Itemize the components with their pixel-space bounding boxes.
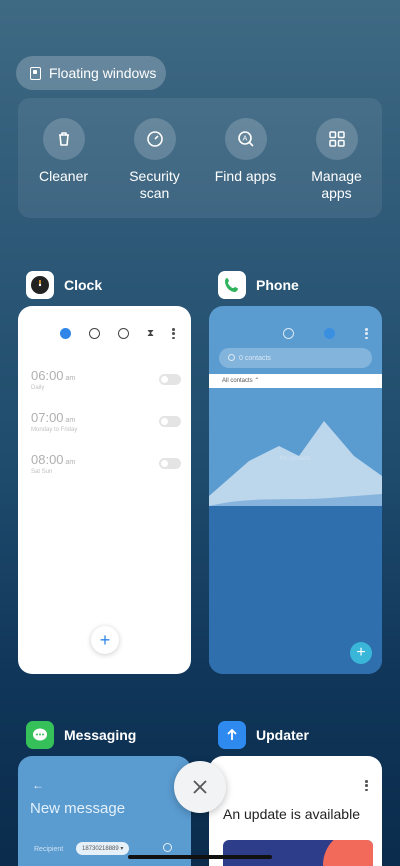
new-message-title: New message [30, 800, 126, 817]
contacts-filter-label: All contacts [222, 378, 253, 384]
phone-app-name: Phone [256, 277, 299, 293]
world-clock-tab-icon[interactable] [88, 328, 100, 339]
alarm-time: 08:00 [31, 452, 64, 467]
clock-app-name: Clock [64, 277, 103, 293]
messaging-app-icon [26, 721, 54, 749]
contacts-filter-dropdown[interactable]: All contacts ⌃ [209, 374, 382, 388]
messaging-app-card[interactable]: ← New message Recipient 18730218889 ▾ [18, 756, 191, 866]
alarm-toggle[interactable] [159, 374, 181, 385]
back-arrow-icon[interactable]: ← [32, 778, 44, 792]
manage-apps-label: Manage apps [311, 168, 362, 201]
recipient-chip[interactable]: 18730218889 ▾ [76, 842, 130, 855]
find-apps-label: Find apps [214, 168, 277, 184]
alarm-row[interactable]: 06:00 am Daily [31, 368, 181, 391]
floating-windows-label: Floating windows [49, 65, 157, 81]
trash-icon [42, 118, 85, 160]
alarm-row[interactable]: 07:00 am Monday to Friday [31, 410, 181, 433]
cleaner-button[interactable]: Cleaner [24, 118, 104, 218]
security-scan-label: Security scan [129, 168, 180, 201]
update-title: An update is available [223, 806, 360, 822]
contacts-tab-icon[interactable] [324, 328, 335, 339]
add-contact-button[interactable]: + [350, 642, 372, 664]
mountain-illustration [209, 421, 382, 516]
alarm-ampm: am [65, 459, 76, 466]
manage-apps-button[interactable]: Manage apps [297, 118, 377, 218]
alarm-repeat: Daily [31, 385, 45, 391]
messaging-app-header[interactable]: Messaging [26, 721, 136, 749]
phone-app-header[interactable]: Phone [218, 271, 299, 299]
find-apps-button[interactable]: A Find apps [206, 118, 286, 218]
alarm-time: 07:00 [31, 410, 64, 425]
recents-tab-icon[interactable] [283, 328, 294, 339]
recipient-number: 18730218889 [82, 846, 119, 852]
stopwatch-tab-icon[interactable] [117, 328, 129, 339]
close-icon [193, 780, 207, 794]
phone-app-card[interactable]: 0 contacts All contacts ⌃ No contacts + [209, 306, 382, 674]
updater-app-header[interactable]: Updater [218, 721, 309, 749]
updater-app-icon [218, 721, 246, 749]
floating-windows-button[interactable]: Floating windows [16, 56, 166, 90]
security-scan-button[interactable]: Security scan [115, 118, 195, 218]
more-icon[interactable] [365, 328, 368, 339]
cleaner-label: Cleaner [38, 168, 89, 184]
alarm-toggle[interactable] [159, 458, 181, 469]
clear-all-button[interactable] [174, 761, 226, 813]
home-indicator[interactable] [128, 855, 272, 859]
contacts-search-input[interactable]: 0 contacts [219, 348, 372, 368]
alarm-ampm: am [65, 375, 76, 382]
find-apps-icon: A [224, 118, 267, 160]
recipient-label: Recipient [34, 846, 64, 853]
alarm-time: 06:00 [31, 368, 64, 383]
updater-app-name: Updater [256, 727, 309, 743]
clock-app-card[interactable]: ⧗ 06:00 am Daily 07:00 am Monday to Frid… [18, 306, 191, 674]
alarm-repeat: Sat Sun [31, 469, 53, 475]
messaging-app-name: Messaging [64, 727, 137, 743]
updater-app-card[interactable]: An update is available [209, 756, 382, 866]
more-icon[interactable] [365, 780, 368, 791]
clock-app-icon [26, 271, 54, 299]
alarm-repeat: Monday to Friday [31, 427, 78, 433]
svg-text:A: A [242, 136, 247, 143]
phone-app-icon [218, 271, 246, 299]
contact-picker-icon[interactable] [163, 843, 172, 852]
alarm-ampm: am [65, 417, 76, 424]
grid-icon [315, 118, 358, 160]
update-banner-image [223, 840, 373, 866]
clock-app-header[interactable]: Clock [26, 271, 102, 299]
window-icon [30, 66, 41, 80]
alarm-row[interactable]: 08:00 am Sat Sun [31, 452, 181, 475]
quick-tools-panel: Cleaner Security scan A Find apps Manage… [18, 98, 382, 218]
timer-tab-icon[interactable]: ⧗ [147, 328, 154, 339]
alarm-toggle[interactable] [159, 416, 181, 427]
add-alarm-button[interactable]: + [91, 626, 119, 654]
alarm-tab-icon[interactable] [59, 328, 71, 339]
more-icon[interactable] [172, 328, 175, 339]
empty-contacts-text: No contacts [279, 456, 312, 462]
shield-icon [133, 118, 176, 160]
